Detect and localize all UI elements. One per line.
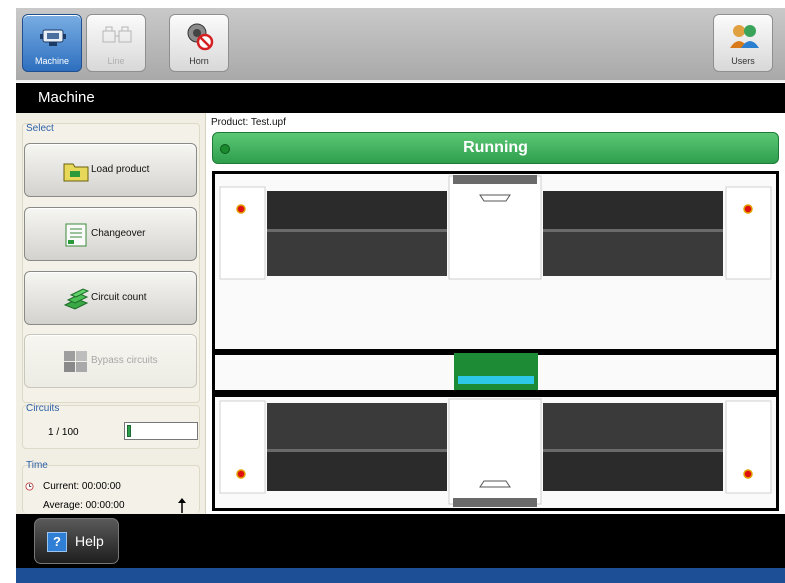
bypass-circuits-button[interactable]: Bypass circuits [24,334,197,388]
circuit-count-label: Circuit count [91,292,147,303]
machine-icon [40,29,66,46]
circuit-count-button[interactable]: Circuit count [24,271,197,325]
status-bar: Running [212,132,779,164]
help-button[interactable]: ? Help [34,518,119,564]
page-title: Machine [16,83,785,113]
circuits-section-label: Circuits [26,403,60,414]
upper-right-end [725,186,772,280]
changeover-button[interactable]: Changeover [24,207,197,261]
horn-button-label: Horn [189,56,209,66]
upper-right-indicator-icon [743,204,753,214]
upper-left-end [219,186,266,280]
line-button[interactable]: Line [86,14,146,72]
upper-left-indicator-icon [236,204,246,214]
bypass-grid-icon [64,351,87,372]
line-button-label: Line [107,56,125,66]
lower-press-unit [448,398,542,505]
horn-button[interactable]: Horn [169,14,229,72]
circuit-progress-fill [127,425,131,437]
top-toolbar: Machine Line Horn Users [16,8,785,82]
status-indicator-icon [220,144,230,154]
mouse-cursor-icon [178,498,186,513]
line-icon [102,26,132,43]
lower-left-indicator-icon [236,469,246,479]
circuit-progress-bar [124,422,198,440]
upper-press-unit [448,175,542,280]
help-label: Help [75,533,104,549]
transfer-progress-bar [458,376,534,384]
transfer-carriage [454,353,538,393]
changeover-label: Changeover [91,228,146,239]
users-icon [730,25,759,48]
average-time: Average: 00:00:00 [43,500,125,511]
load-product-button[interactable]: Load product [24,143,197,197]
horn-muted-icon [187,23,214,51]
current-time: Current: 00:00:00 [43,481,121,492]
load-product-label: Load product [91,164,150,175]
stacked-circuits-icon [63,288,89,310]
time-section-label: Time [26,460,48,471]
left-panel: Select Load product Changeover Circuit c… [16,113,206,514]
status-text: Running [463,139,528,156]
machine-button-label: Machine [34,56,70,66]
bottom-bar: ? Help [16,514,785,568]
lower-right-end [725,400,772,494]
users-button[interactable]: Users [713,14,773,72]
product-name: Product: Test.upf [211,117,286,128]
machine-diagram [212,171,779,511]
lower-left-end [219,400,266,494]
folder-icon [63,163,89,182]
machine-button[interactable]: Machine [22,14,82,72]
clock-icon [25,482,34,491]
users-button-label: Users [731,56,755,66]
select-section-label: Select [26,123,54,134]
checklist-icon [65,223,87,247]
lower-right-indicator-icon [743,469,753,479]
bypass-circuits-label: Bypass circuits [91,355,158,366]
footer-bar [16,568,785,583]
circuit-count-value: 1 / 100 [48,427,79,438]
help-icon: ? [47,532,67,552]
